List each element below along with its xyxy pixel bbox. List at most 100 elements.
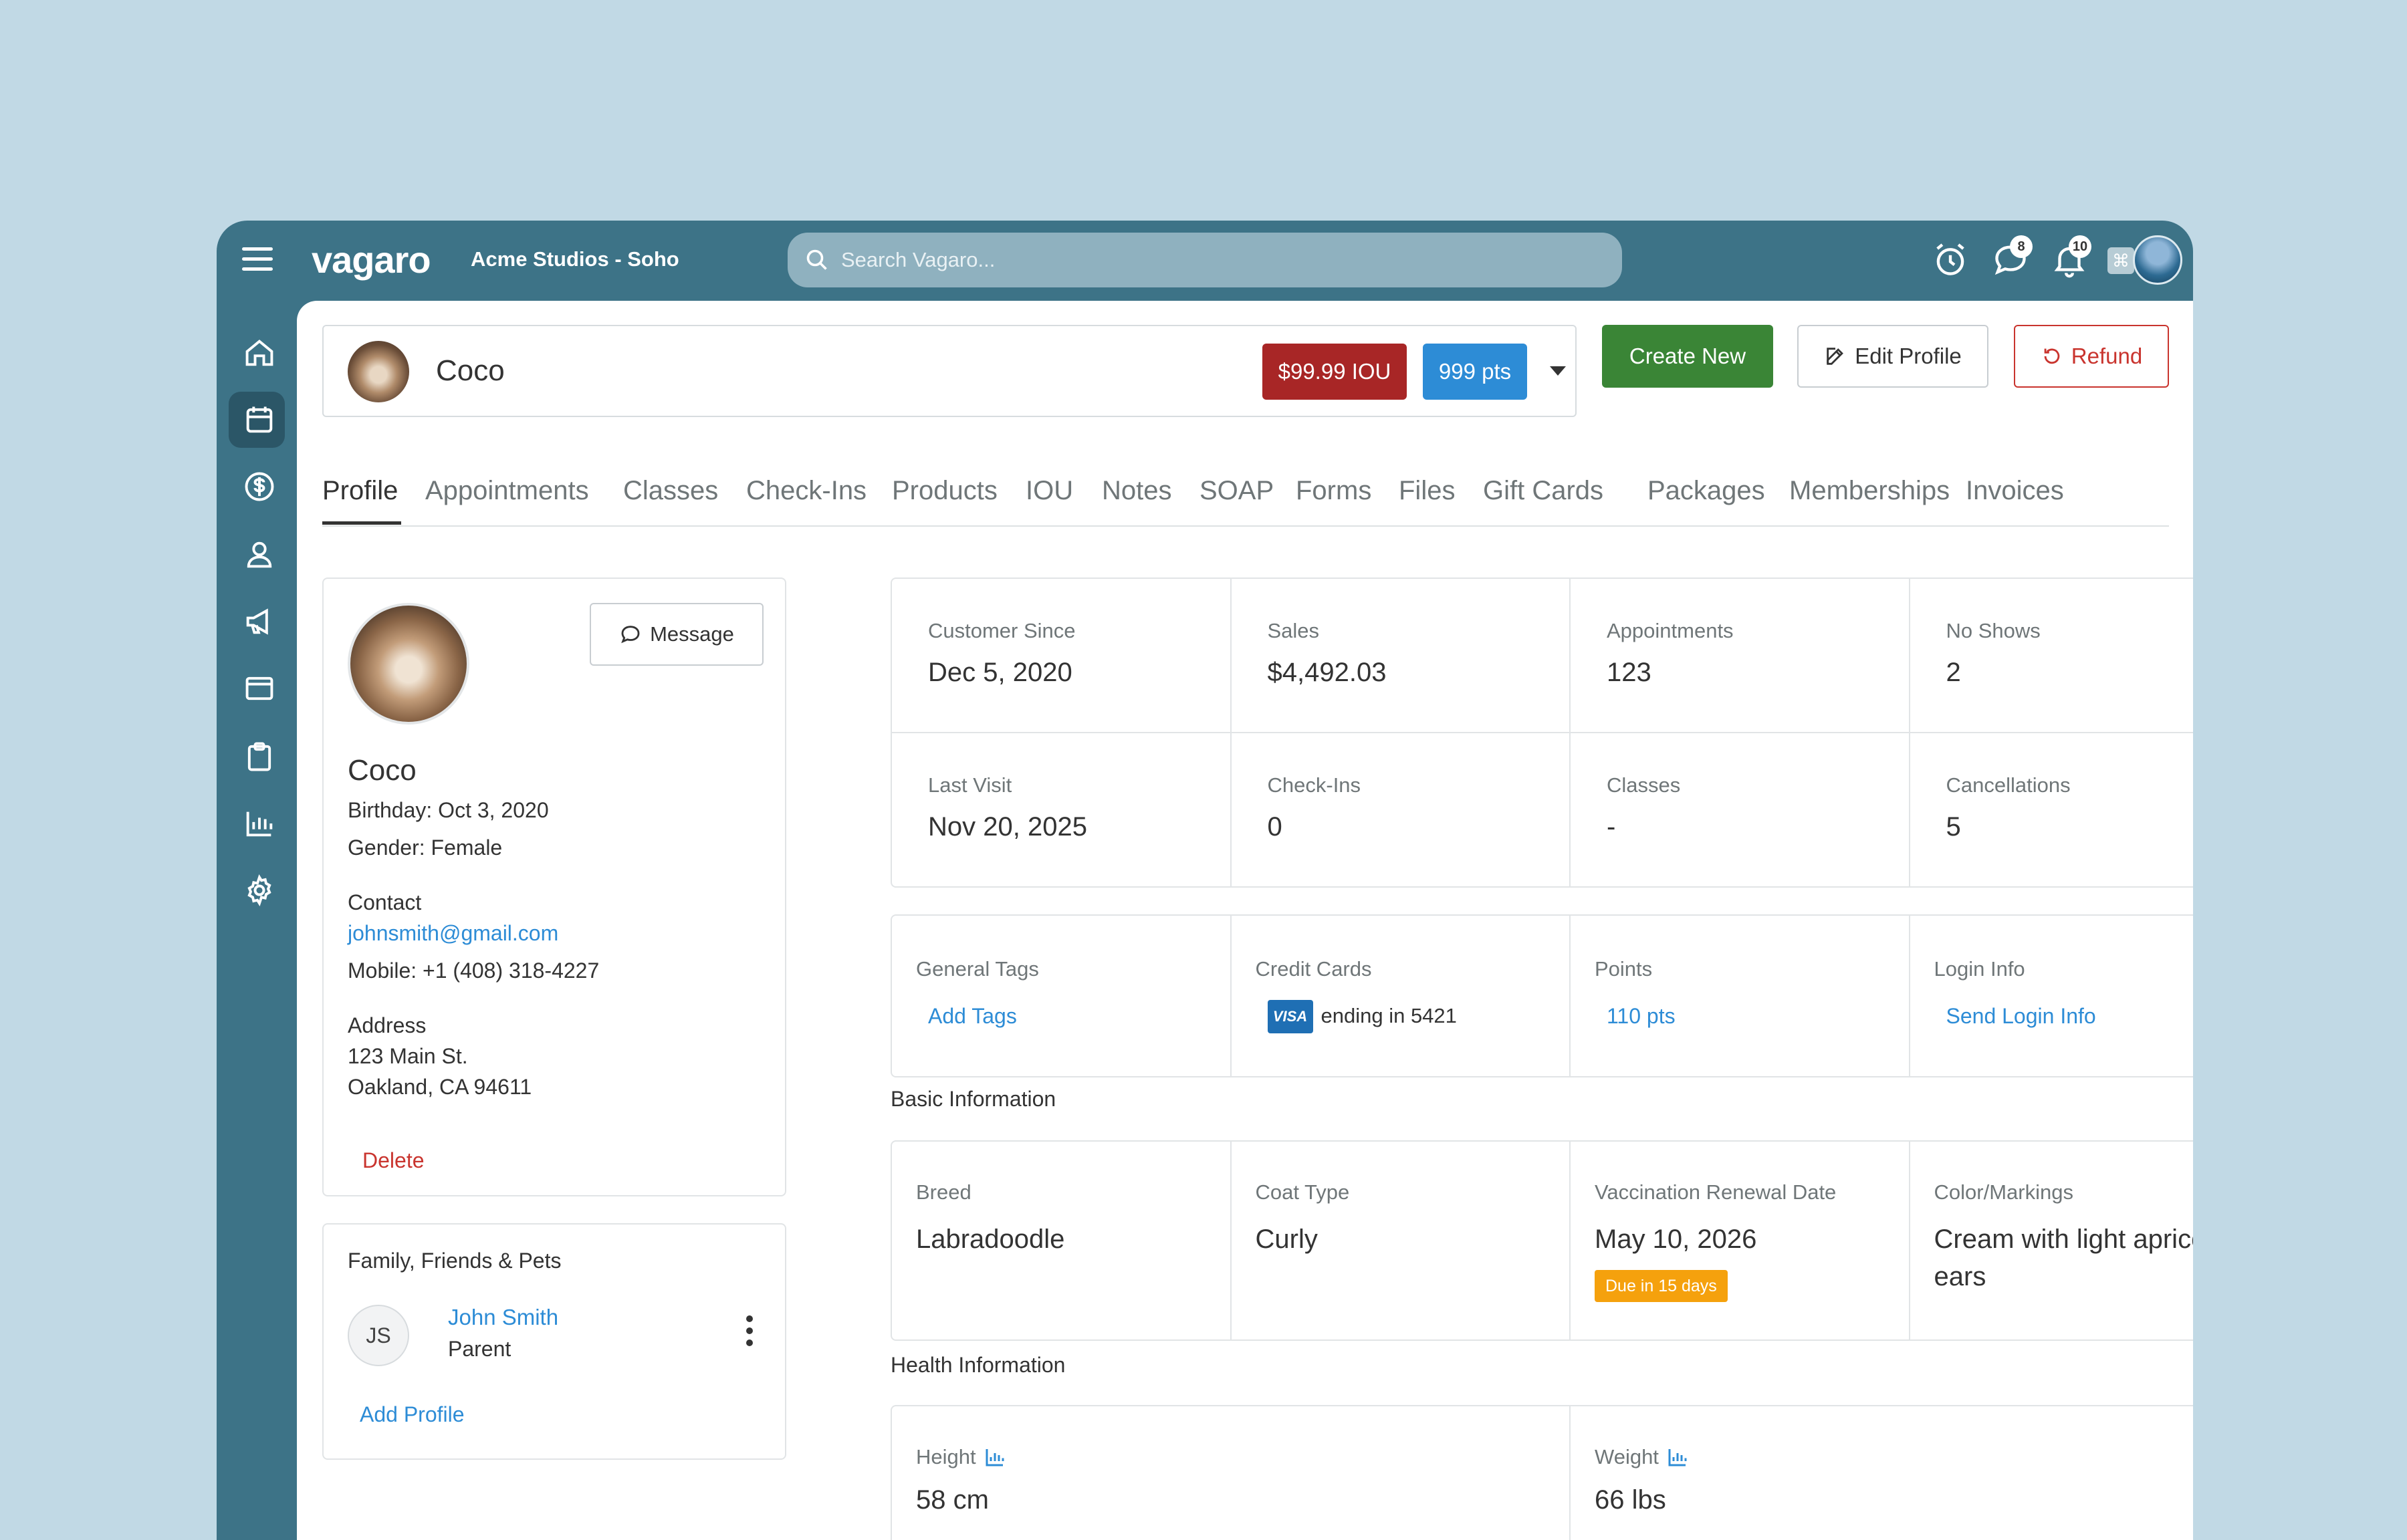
messages-count-badge: 8 <box>2010 235 2033 258</box>
stat-value: 123 <box>1607 658 1651 687</box>
address-line-1: 123 Main St. <box>348 1044 468 1068</box>
delete-button[interactable]: Delete <box>362 1148 425 1173</box>
bar-chart-icon[interactable] <box>1666 1445 1690 1469</box>
business-name[interactable]: Acme Studios - Soho <box>471 247 679 271</box>
field-label: Color/Markings <box>1934 1180 2073 1204</box>
chat-bubble-icon <box>621 626 640 644</box>
field-value: Cream with light apricot ears <box>1934 1225 2194 1291</box>
client-name: Coco <box>436 354 505 387</box>
member-name-link[interactable]: John Smith <box>448 1305 558 1330</box>
points-badge[interactable]: 999 pts <box>1423 344 1527 400</box>
client-info-grid: General Tags Add Tags Credit Cards VISA … <box>891 914 2193 1077</box>
bar-chart-icon[interactable] <box>983 1445 1007 1469</box>
edit-profile-label: Edit Profile <box>1855 344 1962 368</box>
field-value: 58 cm <box>916 1485 989 1515</box>
stat-classes: Classes - <box>1571 733 1909 886</box>
client-header: Coco $99.99 IOU 999 pts <box>322 325 1577 417</box>
add-profile-link[interactable]: Add Profile <box>360 1402 465 1427</box>
stat-label: Check-Ins <box>1267 773 1361 797</box>
create-new-label: Create New <box>1629 344 1746 368</box>
stat-label: No Shows <box>1946 619 2041 642</box>
tab-classes[interactable]: Classes <box>623 476 718 506</box>
tab-soap[interactable]: SOAP <box>1199 476 1274 506</box>
tab-profile[interactable]: Profile <box>322 476 398 506</box>
menu-icon[interactable] <box>242 247 273 271</box>
tab-notes[interactable]: Notes <box>1102 476 1172 506</box>
credit-cards-label: Credit Cards <box>1255 957 1372 981</box>
client-avatar <box>348 341 409 402</box>
stat-check-ins: Check-Ins 0 <box>1231 733 1569 886</box>
messages-button[interactable]: 8 <box>1991 235 2033 279</box>
stat-label: Cancellations <box>1946 773 2071 797</box>
field-value: Labradoodle <box>916 1225 1065 1254</box>
stat-cancellations: Cancellations 5 <box>1910 733 2193 886</box>
refund-button[interactable]: Refund <box>2014 325 2169 388</box>
tab-appointments[interactable]: Appointments <box>425 476 589 506</box>
field-label: Weight <box>1595 1445 1659 1468</box>
address-line-2: Oakland, CA 94611 <box>348 1075 532 1099</box>
edit-profile-button[interactable]: Edit Profile <box>1797 325 1988 388</box>
search-bar[interactable]: ⌘ K <box>788 233 2168 287</box>
reports-chart-icon[interactable] <box>242 806 277 841</box>
points-link[interactable]: 110 pts <box>1607 1004 1676 1029</box>
edit-pencil-icon <box>1827 348 1844 365</box>
browser-window-icon[interactable] <box>242 671 277 706</box>
stat-value: 2 <box>1946 658 1961 687</box>
tab-check-ins[interactable]: Check-Ins <box>746 476 867 506</box>
field-label: Height <box>916 1445 976 1468</box>
search-icon <box>806 249 827 270</box>
add-tags-link[interactable]: Add Tags <box>928 1004 1017 1029</box>
client-tabs: Profile Appointments Classes Check-Ins P… <box>322 476 2169 527</box>
notifications-button[interactable]: 10 <box>2050 235 2091 279</box>
more-options-icon[interactable] <box>745 1315 754 1350</box>
login-info-label: Login Info <box>1934 957 2025 981</box>
weight-label-row: Weight <box>1595 1445 1690 1469</box>
tab-gift-cards[interactable]: Gift Cards <box>1483 476 1603 506</box>
message-button[interactable]: Message <box>590 603 764 666</box>
client-stats-grid: Customer Since Dec 5, 2020 Sales $4,492.03… <box>891 578 2193 888</box>
profile-name: Coco <box>348 754 417 787</box>
vagaro-logo[interactable]: vagaro <box>312 238 431 281</box>
family-title: Family, Friends & Pets <box>348 1249 562 1273</box>
field-value: May 10, 2026 <box>1595 1225 1757 1254</box>
tab-forms[interactable]: Forms <box>1296 476 1371 506</box>
home-icon[interactable] <box>242 336 277 370</box>
shortcut-key-cmd: ⌘ <box>2107 247 2134 274</box>
tab-invoices[interactable]: Invoices <box>1966 476 2064 506</box>
megaphone-icon[interactable] <box>242 604 277 639</box>
breed-cell: Breed Labradoodle <box>892 1142 1230 1339</box>
birthday-text: Birthday: Oct 3, 2020 <box>348 798 549 822</box>
stat-value: Nov 20, 2025 <box>928 812 1087 842</box>
settings-gear-icon[interactable] <box>242 873 277 908</box>
tab-iou[interactable]: IOU <box>1026 476 1073 506</box>
points-label: Points <box>1595 957 1653 981</box>
clipboard-icon[interactable] <box>242 739 277 774</box>
general-tags-label: General Tags <box>916 957 1039 981</box>
person-icon[interactable] <box>242 537 277 572</box>
field-label: Breed <box>916 1180 971 1204</box>
color-markings-cell: Color/Markings Cream with light apricot e… <box>1910 1142 2194 1339</box>
tab-memberships[interactable]: Memberships <box>1789 476 1950 506</box>
alarm-clock-icon[interactable] <box>1931 241 1970 279</box>
email-link[interactable]: johnsmith@gmail.com <box>348 921 558 946</box>
pet-photo <box>348 603 469 725</box>
health-information-title: Health Information <box>891 1353 1066 1377</box>
tab-files[interactable]: Files <box>1399 476 1455 506</box>
basic-information-title: Basic Information <box>891 1087 1056 1111</box>
member-avatar: JS <box>348 1305 409 1366</box>
user-avatar[interactable] <box>2133 235 2182 285</box>
search-input[interactable] <box>841 243 1443 277</box>
calendar-icon[interactable] <box>242 402 277 437</box>
message-label: Message <box>650 622 734 646</box>
tab-packages[interactable]: Packages <box>1647 476 1765 506</box>
dollar-icon[interactable] <box>242 469 277 504</box>
weight-cell: Weight 66 lbs <box>1571 1406 2193 1540</box>
send-login-info-link[interactable]: Send Login Info <box>1946 1004 2096 1029</box>
chevron-down-icon[interactable] <box>1550 366 1566 376</box>
create-new-button[interactable]: Create New <box>1602 325 1773 388</box>
stat-no-shows: No Shows 2 <box>1910 579 2193 732</box>
tab-products[interactable]: Products <box>892 476 998 506</box>
basic-information-grid: Breed Labradoodle Coat Type Curly Vaccinat… <box>891 1140 2193 1341</box>
iou-badge[interactable]: $99.99 IOU <box>1262 344 1407 400</box>
stat-value: 0 <box>1267 812 1282 842</box>
